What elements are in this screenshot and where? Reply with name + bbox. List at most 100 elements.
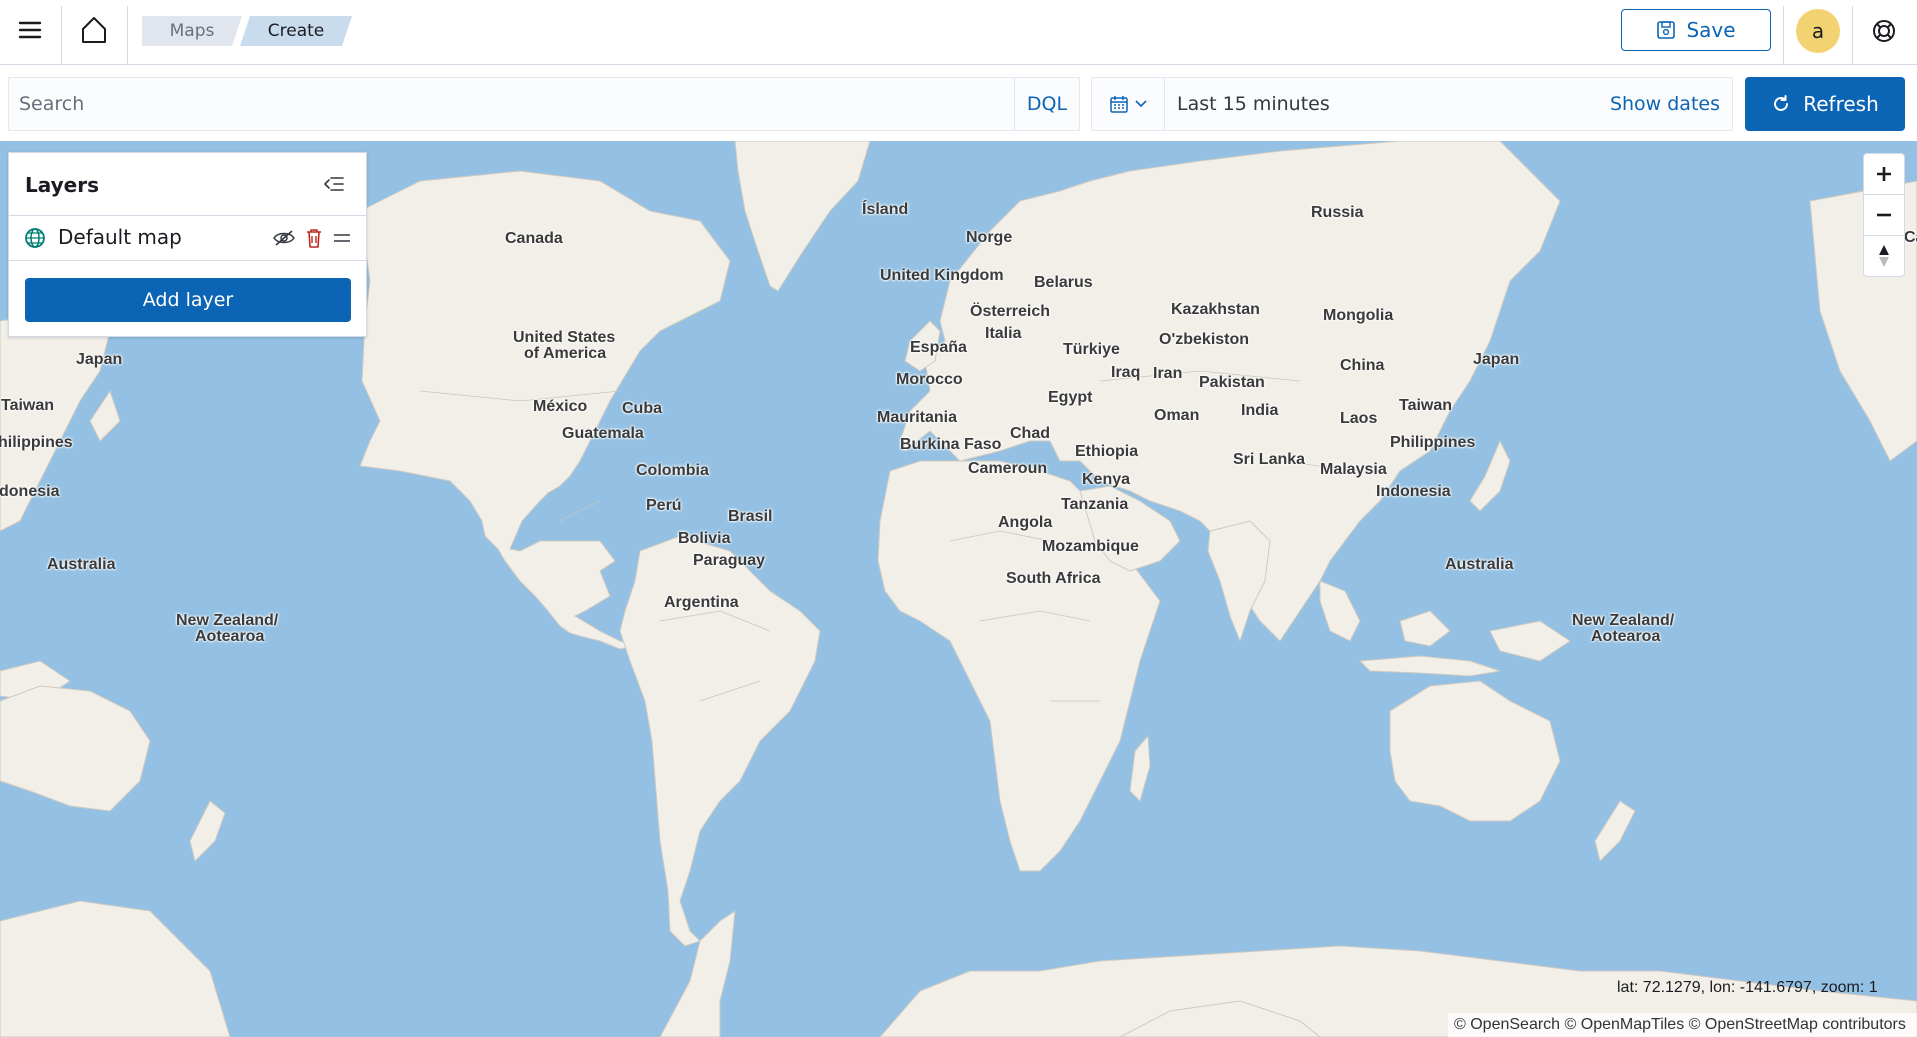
map-label: Paraguay	[693, 552, 766, 569]
divider	[127, 6, 128, 64]
map-label: Perú	[646, 497, 682, 514]
map-label: Iraq	[1111, 364, 1141, 381]
map-label: Taiwan	[1, 397, 55, 414]
map-label: Malaysia	[1320, 461, 1387, 478]
show-dates-button[interactable]: Show dates	[1610, 93, 1732, 115]
map-label: Belarus	[1034, 274, 1093, 291]
zoom-controls	[1863, 153, 1905, 277]
map-label: Canada	[505, 230, 563, 247]
query-bar: DQL Last 15 minutes Show dates Refresh	[0, 65, 1917, 141]
chevron-down-icon	[1135, 100, 1147, 108]
top-nav-bar: Maps Create Save a	[0, 0, 1917, 65]
map-label: Aotearoa	[195, 628, 265, 645]
layer-row[interactable]: Default map	[9, 215, 366, 261]
map-label: Mozambique	[1042, 538, 1139, 555]
map-attribution[interactable]: © OpenSearch © OpenMapTiles © OpenStreet…	[1448, 1013, 1917, 1037]
map-label: Philippines	[1390, 434, 1476, 451]
divider	[61, 6, 62, 64]
map-label: Japan	[76, 351, 123, 368]
plus-icon	[1877, 167, 1891, 181]
map-label: Taiwan	[1399, 397, 1453, 414]
map-label: Aotearoa	[1591, 628, 1661, 645]
query-language-button[interactable]: DQL	[1014, 78, 1079, 130]
save-icon	[1657, 21, 1676, 39]
refresh-label: Refresh	[1803, 92, 1879, 116]
quick-date-menu-button[interactable]	[1092, 78, 1165, 130]
coordinates-readout: lat: 72.1279, lon: -141.6797, zoom: 1	[1617, 979, 1878, 996]
map-label: Ísland	[862, 201, 909, 218]
map-label: Ethiopia	[1075, 443, 1139, 460]
map-label: China	[1340, 357, 1385, 374]
map-label: Cameroun	[968, 460, 1048, 477]
map-label: Österreich	[970, 303, 1051, 320]
avatar[interactable]: a	[1796, 9, 1840, 53]
menu-icon[interactable]	[10, 10, 50, 50]
map-label: Mongolia	[1323, 307, 1394, 324]
trash-icon[interactable]	[302, 225, 326, 251]
map-label: Australia	[47, 556, 116, 573]
breadcrumb-create: Create	[240, 16, 352, 46]
map-label: Sri Lanka	[1233, 451, 1306, 468]
add-layer-button[interactable]: Add layer	[25, 278, 351, 322]
landmass-indonesia	[1319, 580, 1361, 642]
save-button[interactable]: Save	[1621, 9, 1771, 51]
landmass-antarctica	[0, 900, 231, 1037]
map-label: Brasil	[728, 508, 773, 525]
reset-north-button[interactable]	[1864, 236, 1904, 276]
landmass-madagascar	[1129, 734, 1151, 802]
map-label: hilippines	[0, 434, 73, 451]
calendar-icon	[1110, 96, 1128, 113]
divider	[1852, 6, 1853, 64]
search-input[interactable]	[9, 77, 1014, 131]
map-label: Chad	[1010, 425, 1050, 442]
map-label: of America	[524, 345, 607, 362]
map-label: Cuba	[622, 400, 662, 417]
map-label: Kenya	[1082, 471, 1131, 488]
map-label: Iran	[1153, 365, 1183, 382]
map-label: United Kingdom	[880, 267, 1004, 284]
map-label: España	[910, 339, 967, 356]
map-label: Bolivia	[678, 530, 731, 547]
eye-closed-icon[interactable]	[271, 225, 297, 251]
refresh-button[interactable]: Refresh	[1745, 77, 1905, 131]
map-label: Tanzania	[1061, 496, 1129, 513]
landmass-japan	[1469, 439, 1511, 512]
layer-name[interactable]: Default map	[58, 225, 182, 249]
breadcrumb-maps[interactable]: Maps	[142, 16, 242, 46]
map-label: Egypt	[1048, 389, 1093, 406]
layers-panel: Layers Default map Add layer	[8, 152, 367, 337]
map-label: O'zbekiston	[1159, 331, 1250, 348]
drag-handle-icon[interactable]	[331, 227, 353, 249]
map-label: Pakistan	[1199, 374, 1265, 391]
refresh-icon	[1774, 95, 1789, 111]
search-box: DQL	[8, 77, 1080, 131]
minus-icon	[1877, 213, 1891, 217]
map-label: Oman	[1154, 407, 1200, 424]
map-label: Australia	[1445, 556, 1514, 573]
landmass-india	[1207, 520, 1271, 643]
map-label: Morocco	[896, 371, 963, 388]
layers-panel-header: Layers	[9, 153, 366, 216]
map-label: Kazakhstan	[1171, 301, 1260, 318]
zoom-out-button[interactable]	[1864, 195, 1904, 236]
help-icon[interactable]	[1863, 10, 1905, 52]
map-label: Türkiye	[1063, 341, 1120, 358]
zoom-in-button[interactable]	[1864, 154, 1904, 195]
map-label: Argentina	[664, 594, 739, 611]
map-label: Japan	[1473, 351, 1520, 368]
home-icon[interactable]	[72, 8, 116, 52]
map-label: Russia	[1311, 204, 1364, 221]
map-label: Mauritania	[877, 409, 958, 426]
landmass-australia	[1389, 680, 1561, 822]
map-label: Burkina Faso	[900, 436, 1002, 453]
landmass-new-zealand	[1594, 800, 1636, 862]
collapse-panel-icon[interactable]	[319, 170, 349, 198]
map-label: México	[533, 398, 588, 415]
map-label: Italia	[985, 325, 1022, 342]
time-range-text[interactable]: Last 15 minutes	[1165, 93, 1610, 115]
landmass-greenland	[734, 141, 871, 292]
map-label: Norge	[966, 229, 1013, 246]
compass-icon	[1879, 245, 1889, 267]
map-label: Colombia	[636, 462, 709, 479]
map-label: Laos	[1340, 410, 1378, 427]
